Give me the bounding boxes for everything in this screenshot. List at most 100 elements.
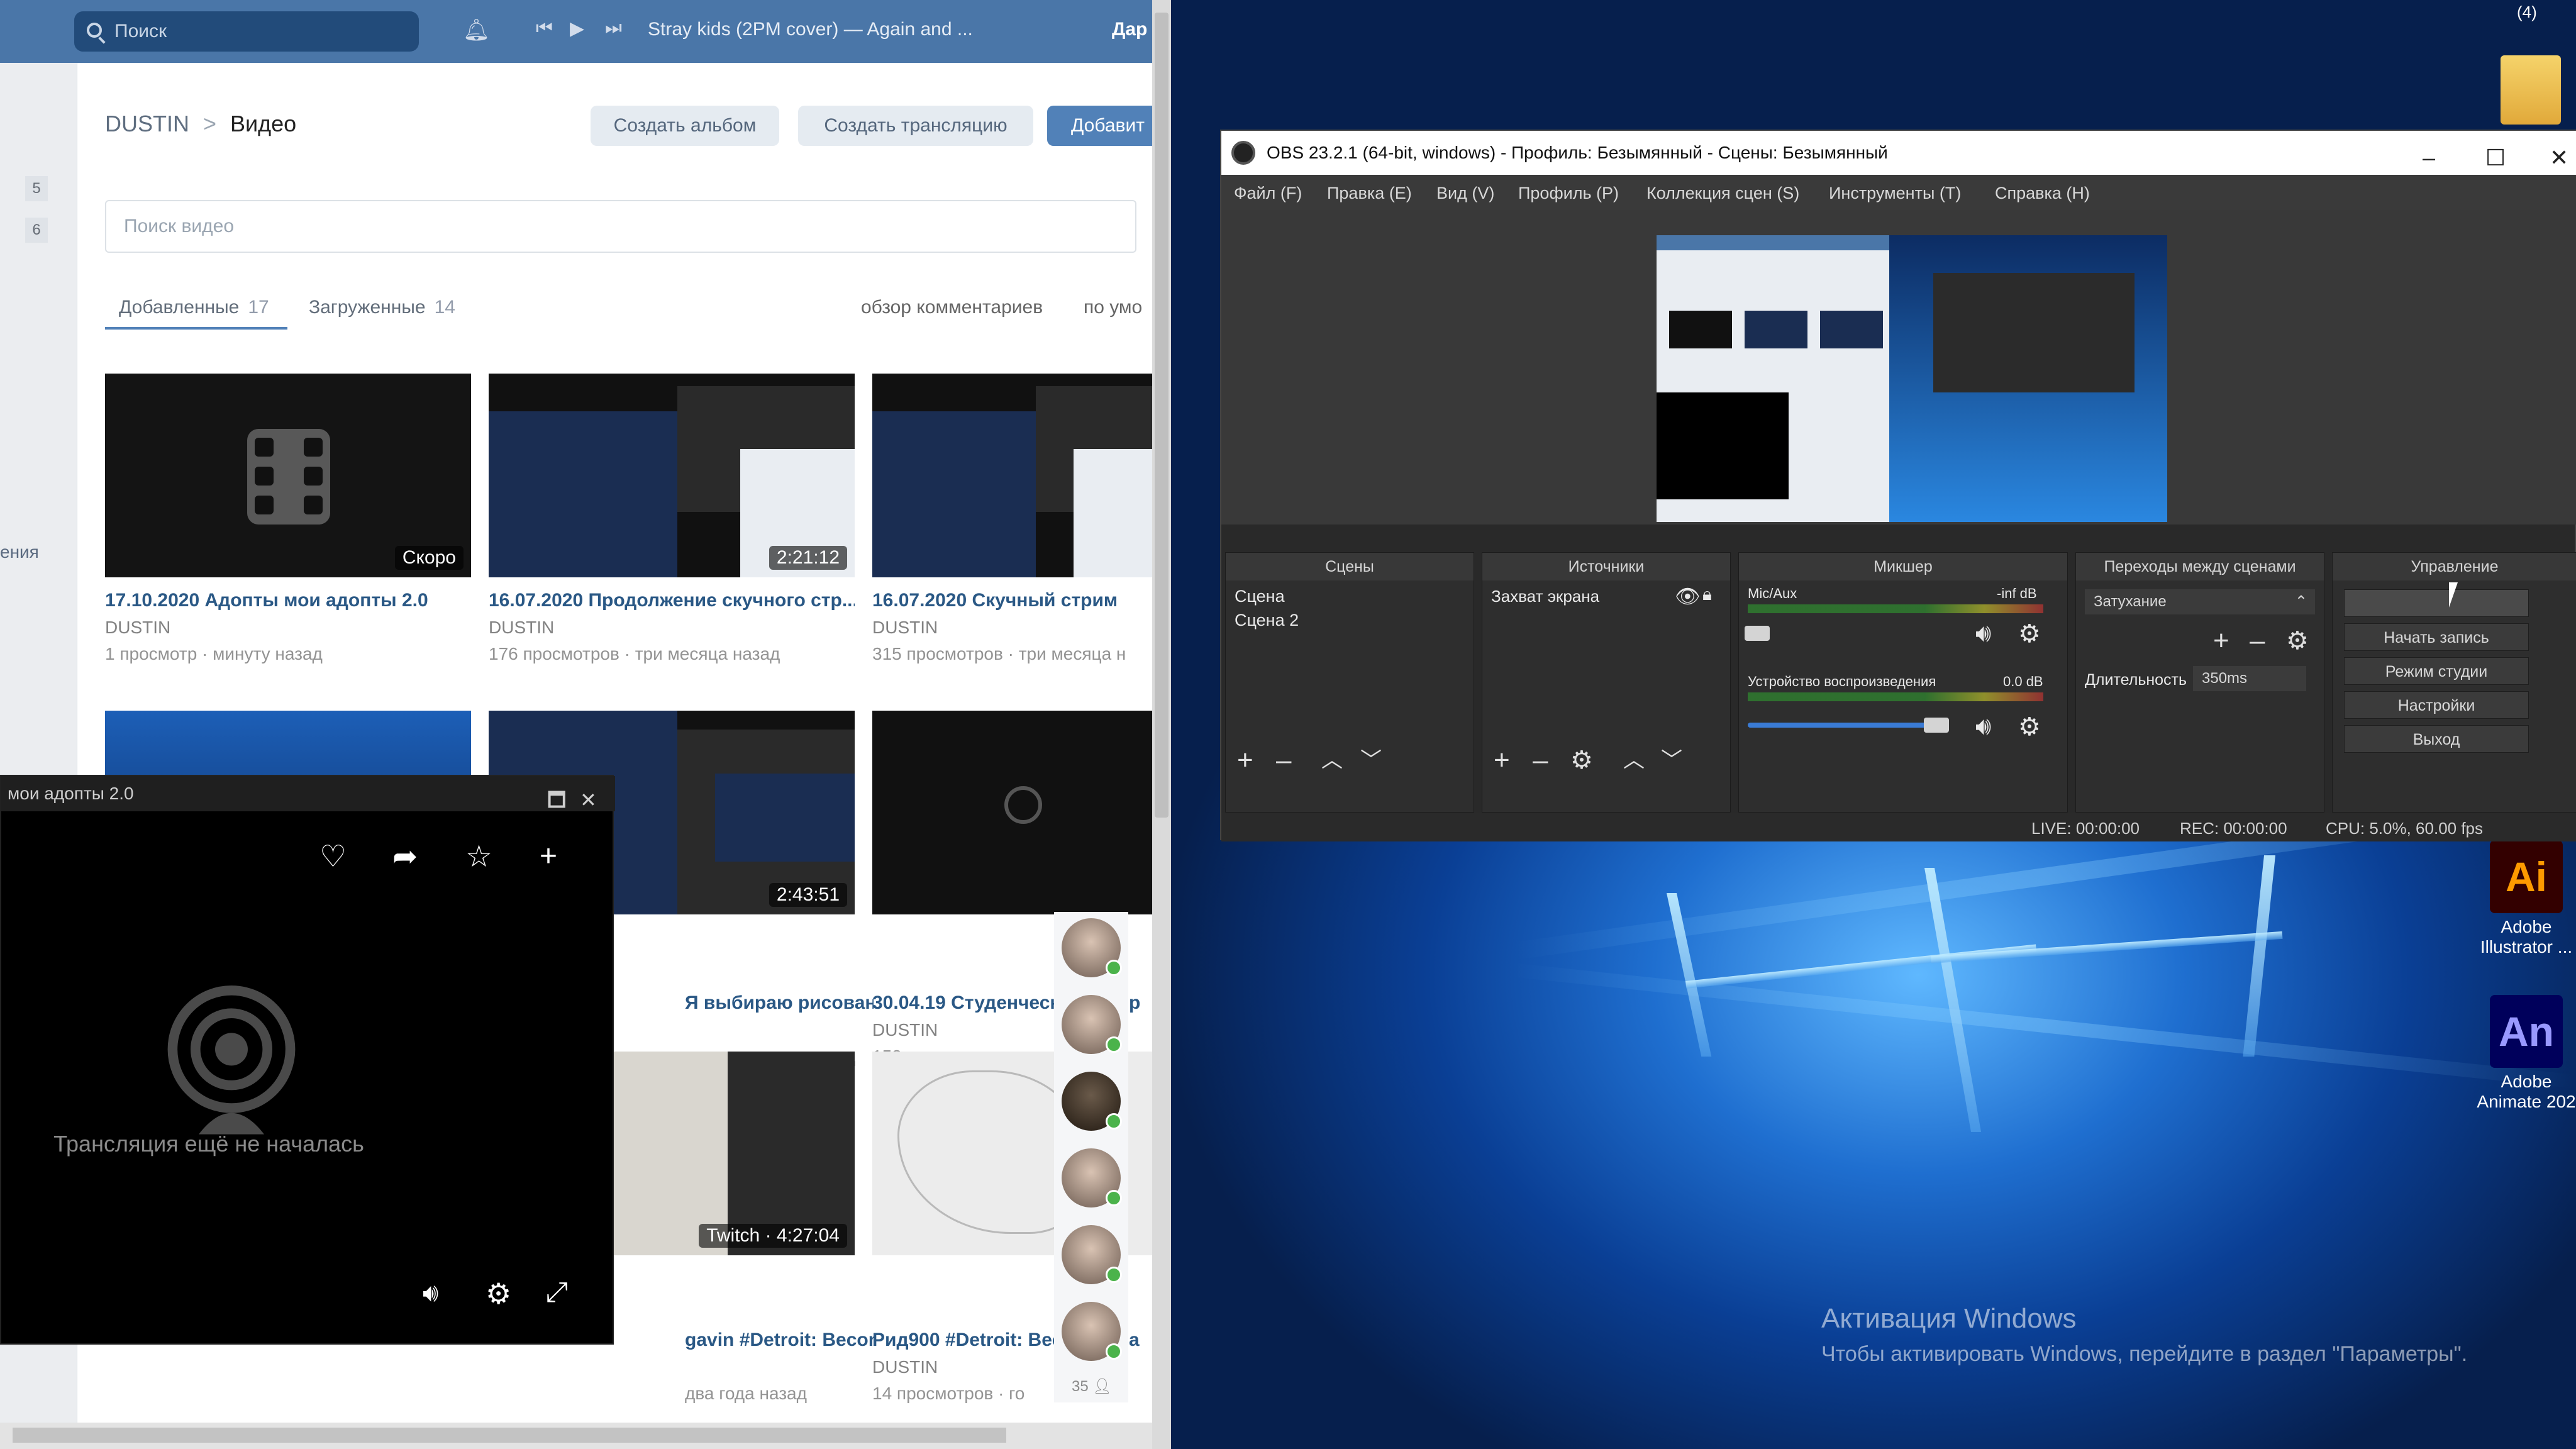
start-streaming-button[interactable] bbox=[2344, 589, 2529, 617]
mixer-channel-name: Устройство воспроизведения bbox=[1748, 674, 1936, 689]
adobe-animate-shortcut[interactable]: An Adobe Animate 202 bbox=[2477, 995, 2576, 1112]
video-owner[interactable]: DUSTIN bbox=[872, 1020, 938, 1040]
studio-mode-button[interactable]: Режим студии bbox=[2344, 657, 2529, 685]
bell-icon[interactable]: 🔔︎ bbox=[463, 18, 490, 43]
add-video-button[interactable]: Добавит bbox=[1047, 106, 1159, 146]
avatar[interactable] bbox=[1062, 995, 1122, 1054]
menu-file[interactable]: Файл (F) bbox=[1234, 184, 1302, 203]
gear-icon[interactable]: ⚙ bbox=[2018, 713, 2041, 741]
header-user-link[interactable]: Дар bbox=[1112, 19, 1147, 40]
speaker-icon[interactable]: 🔊︎ bbox=[1975, 619, 1991, 648]
remove-icon[interactable]: – bbox=[2250, 627, 2265, 655]
gear-icon[interactable]: ⚙ bbox=[2018, 619, 2041, 648]
avatar[interactable] bbox=[1062, 1148, 1122, 1208]
obs-preview-area[interactable] bbox=[1221, 210, 2576, 525]
duration-label: Длительность bbox=[2085, 671, 2187, 689]
video-title[interactable]: 30.04.19 Студенческ bbox=[872, 992, 1061, 1014]
chevron-down-icon[interactable]: ﹀ bbox=[1661, 747, 1682, 774]
source-item[interactable]: Захват экрана bbox=[1491, 587, 1599, 606]
sort-dropdown[interactable]: по умо bbox=[1084, 297, 1142, 318]
video-thumbnail[interactable] bbox=[872, 711, 1159, 914]
scene-item[interactable]: Сцена 2 bbox=[1235, 611, 1299, 630]
maximize-icon[interactable]: ☐ bbox=[2485, 136, 2506, 180]
eye-icon[interactable]: 👁︎ bbox=[1675, 584, 1701, 608]
menu-tools[interactable]: Инструменты (T) bbox=[1829, 184, 1961, 203]
exit-button[interactable]: Выход bbox=[2344, 725, 2529, 753]
video-title[interactable]: 17.10.2020 Адопты мои адопты 2.0 bbox=[105, 590, 471, 611]
fullscreen-icon[interactable]: ⤢ bbox=[546, 1277, 568, 1308]
create-stream-button[interactable]: Создать трансляцию bbox=[798, 106, 1033, 146]
chevron-up-icon[interactable]: ︿ bbox=[1623, 747, 1645, 774]
add-icon[interactable]: + bbox=[540, 839, 557, 874]
mini-player-title: мои адопты 2.0 bbox=[8, 784, 134, 803]
video-title[interactable]: Рид900 #Detroit: Bec bbox=[872, 1330, 1061, 1351]
avatar[interactable] bbox=[1062, 1302, 1122, 1361]
gear-icon[interactable]: ⚙ bbox=[2286, 627, 2309, 655]
adobe-illustrator-shortcut[interactable]: Ai Adobe Illustrator ... bbox=[2477, 840, 2576, 957]
windows-activation-title: Активация Windows bbox=[1821, 1303, 2077, 1334]
volume-icon[interactable]: 🔊︎ bbox=[423, 1279, 438, 1307]
menu-edit[interactable]: Правка (E) bbox=[1327, 184, 1412, 203]
video-thumbnail[interactable]: Скоро bbox=[105, 374, 471, 577]
close-icon[interactable]: ✕ bbox=[2550, 136, 2568, 180]
chevron-down-icon: ⌃ bbox=[2294, 593, 2307, 610]
avatar[interactable] bbox=[1062, 1225, 1122, 1284]
lock-icon[interactable]: 🔒︎ bbox=[1702, 584, 1712, 605]
tab-uploaded[interactable]: Загруженные 14 bbox=[309, 297, 455, 318]
volume-knob[interactable] bbox=[1924, 718, 1949, 733]
tab-added[interactable]: Добавленные 17 bbox=[119, 297, 269, 318]
chevron-up-icon[interactable]: ︿ bbox=[1321, 747, 1343, 774]
add-icon[interactable]: + bbox=[2213, 627, 2229, 655]
volume-knob[interactable] bbox=[1745, 626, 1770, 641]
remove-icon[interactable]: – bbox=[1533, 747, 1548, 774]
desktop-file-icon[interactable] bbox=[2501, 55, 2561, 125]
avatar[interactable] bbox=[1062, 918, 1122, 977]
gear-icon[interactable]: ⚙ bbox=[1570, 747, 1593, 774]
menu-view[interactable]: Вид (V) bbox=[1436, 184, 1494, 203]
volume-slider[interactable] bbox=[1748, 723, 1936, 728]
remove-icon[interactable]: – bbox=[1276, 747, 1291, 774]
video-thumbnail[interactable]: 2:21:12 bbox=[489, 374, 855, 577]
scrollbar-thumb[interactable] bbox=[1155, 13, 1169, 818]
add-icon[interactable]: + bbox=[1237, 747, 1253, 774]
comments-review-link[interactable]: обзор комментариев bbox=[861, 297, 1043, 318]
video-search-input[interactable]: Поиск видео bbox=[105, 200, 1136, 253]
settings-button[interactable]: Настройки bbox=[2344, 691, 2529, 719]
create-album-button[interactable]: Создать альбом bbox=[591, 106, 779, 146]
play-icon[interactable]: ▶ bbox=[570, 18, 584, 40]
video-title[interactable]: Я выбираю рисование bbox=[685, 992, 874, 1014]
minimize-icon[interactable]: – bbox=[2423, 136, 2435, 180]
video-owner[interactable]: DUSTIN bbox=[105, 618, 170, 638]
settings-icon[interactable]: ⚙ bbox=[486, 1277, 511, 1311]
scene-item[interactable]: Сцена bbox=[1235, 587, 1285, 606]
share-icon[interactable]: ➦ bbox=[392, 839, 418, 874]
star-icon[interactable]: ☆ bbox=[465, 839, 492, 874]
video-thumbnail[interactable] bbox=[872, 374, 1159, 577]
mini-video-player[interactable]: мои адопты 2.0 🗖︎ ✕ ♡ ➦ ☆ + Трансляция е… bbox=[0, 775, 615, 1345]
video-owner[interactable]: DUSTIN bbox=[872, 618, 938, 638]
now-playing-track[interactable]: Stray kids (2PM cover) — Again and ... bbox=[648, 19, 973, 40]
video-title[interactable]: 16.07.2020 Скучный стрим bbox=[872, 590, 1159, 611]
close-icon[interactable]: ✕ bbox=[580, 782, 597, 818]
video-title[interactable]: 16.07.2020 Продолжение скучного стр... bbox=[489, 590, 855, 611]
video-owner[interactable]: DUSTIN bbox=[489, 618, 554, 638]
start-recording-button[interactable]: Начать запись bbox=[2344, 623, 2529, 651]
previous-track-icon[interactable]: ⏮ bbox=[536, 18, 553, 39]
menu-help[interactable]: Справка (H) bbox=[1995, 184, 2090, 203]
avatar[interactable] bbox=[1062, 1072, 1122, 1131]
breadcrumb-owner[interactable]: DUSTIN bbox=[105, 111, 189, 136]
transition-select[interactable]: Затухание ⌃ bbox=[2085, 589, 2315, 614]
menu-profile[interactable]: Профиль (P) bbox=[1518, 184, 1619, 203]
video-title[interactable]: gavin #Detroit: Become H... bbox=[685, 1330, 874, 1351]
horizontal-scrollbar-thumb[interactable] bbox=[13, 1428, 1006, 1443]
chevron-down-icon[interactable]: ﹀ bbox=[1360, 747, 1382, 774]
next-track-icon[interactable]: ⏭ bbox=[605, 18, 622, 39]
vk-search-input[interactable]: Поиск bbox=[74, 11, 419, 52]
video-owner[interactable]: DUSTIN bbox=[872, 1357, 938, 1377]
heart-icon[interactable]: ♡ bbox=[319, 839, 347, 874]
expand-icon[interactable]: 🗖︎ bbox=[547, 782, 566, 818]
duration-input[interactable]: 350ms bbox=[2193, 666, 2306, 691]
speaker-icon[interactable]: 🔊︎ bbox=[1975, 713, 1991, 741]
add-icon[interactable]: + bbox=[1494, 747, 1510, 774]
menu-scene-collection[interactable]: Коллекция сцен (S) bbox=[1646, 184, 1799, 203]
